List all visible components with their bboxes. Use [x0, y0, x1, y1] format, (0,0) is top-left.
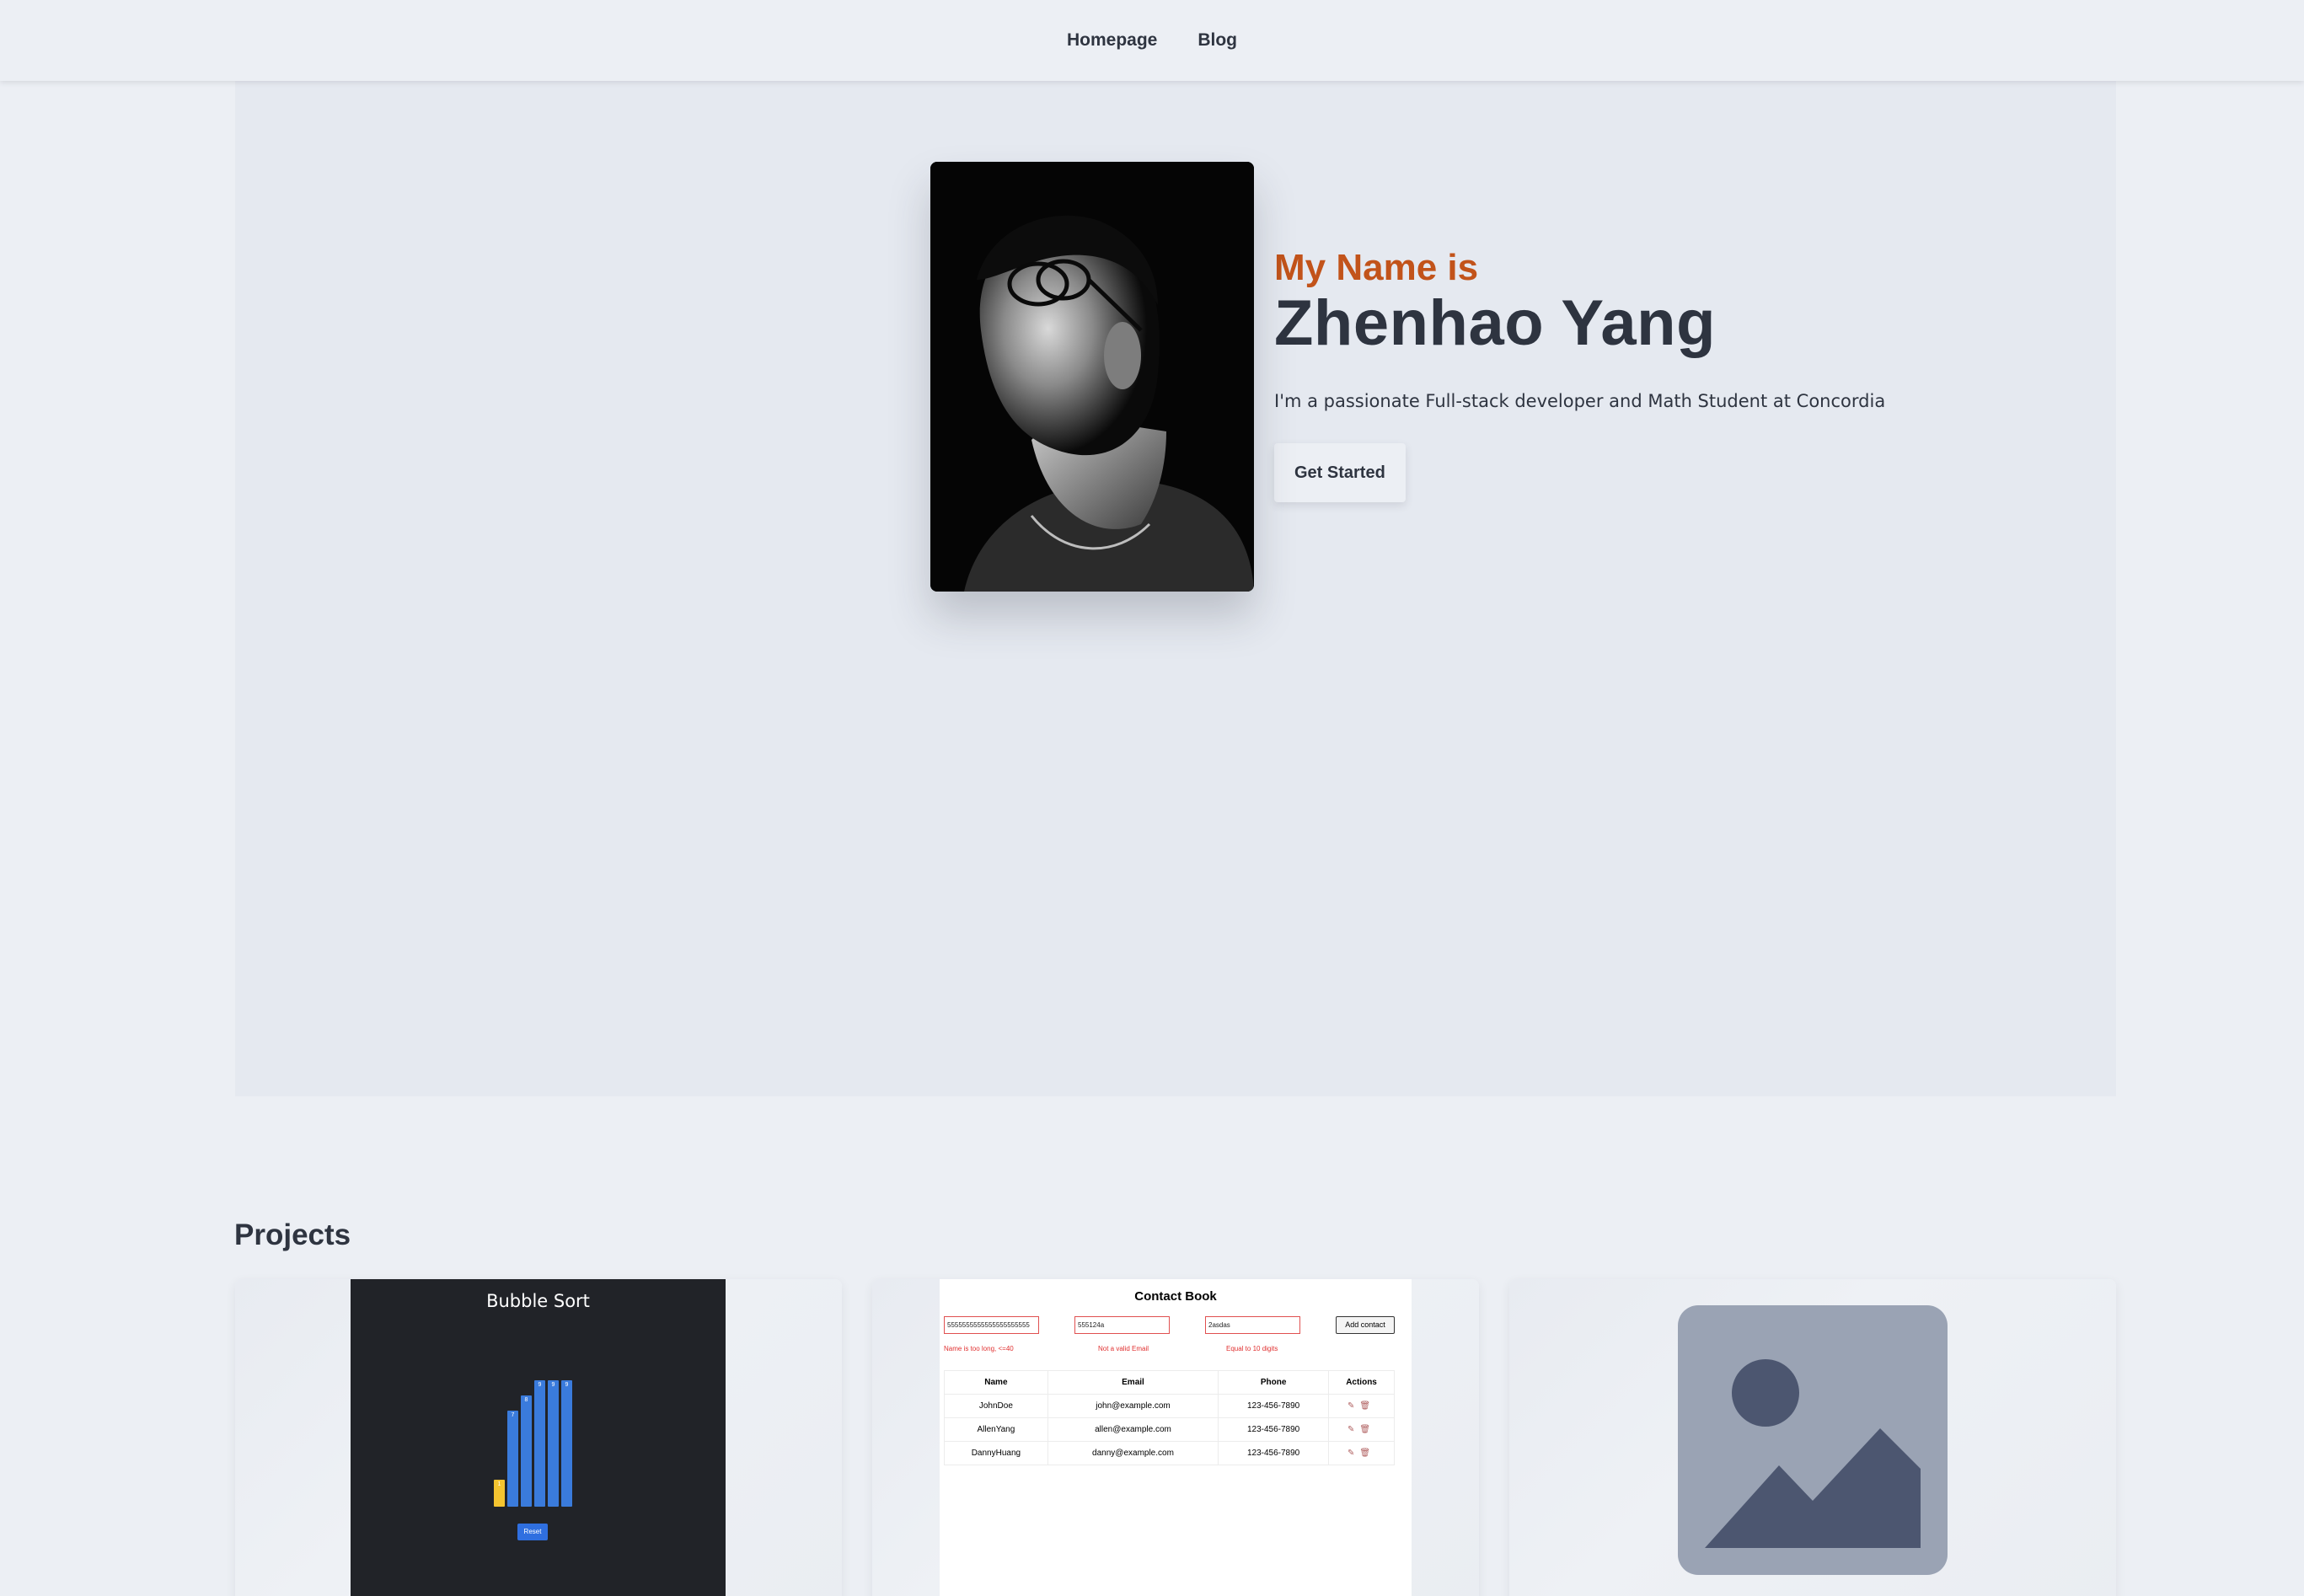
sort-bar: 9	[561, 1380, 572, 1507]
sort-bar-value: 7	[511, 1412, 515, 1418]
email-error: Not a valid Email	[1098, 1345, 1149, 1352]
sort-bar-value: 1	[497, 1481, 501, 1487]
profile-photo	[930, 162, 1254, 592]
sort-bar-value: 9	[551, 1382, 555, 1388]
cell-email: danny@example.com	[1047, 1441, 1219, 1465]
reset-button: Reset	[517, 1524, 548, 1540]
cell-phone: 123-456-7890	[1218, 1441, 1330, 1465]
nav-link-homepage[interactable]: Homepage	[1067, 30, 1157, 51]
image-placeholder-icon	[1678, 1305, 1948, 1575]
trash-icon: 🗑	[1359, 1401, 1376, 1411]
bubble-sort-title: Bubble Sort	[486, 1291, 590, 1311]
column-header: Actions	[1328, 1370, 1395, 1395]
bubble-sort-bars: 1 7 8 9 9 9	[494, 1380, 578, 1507]
contact-book-screenshot: Contact Book 5555555555555555555555 5551…	[940, 1279, 1412, 1596]
trash-icon: 🗑	[1359, 1449, 1376, 1458]
phone-input: 2asdas	[1205, 1316, 1300, 1334]
cell-email: john@example.com	[1047, 1394, 1219, 1418]
column-header: Phone	[1218, 1370, 1330, 1395]
cell-email: allen@example.com	[1047, 1417, 1219, 1442]
row-actions: ✎🗑	[1328, 1394, 1395, 1418]
column-header: Email	[1047, 1370, 1219, 1395]
cell-name: JohnDoe	[944, 1394, 1048, 1418]
add-contact-button: Add contact	[1336, 1316, 1395, 1334]
sort-bar-value: 8	[524, 1397, 528, 1403]
projects-heading: Projects	[234, 1218, 351, 1251]
name-input: 5555555555555555555555	[944, 1316, 1039, 1334]
sort-bar: 9	[548, 1380, 559, 1507]
sort-bar: 9	[534, 1380, 545, 1507]
table-row: AllenYang allen@example.com 123-456-7890…	[944, 1417, 1395, 1442]
name-error: Name is too long, <=40	[944, 1345, 1014, 1352]
contacts-table: Name Email Phone Actions JohnDoe john@ex…	[944, 1370, 1395, 1465]
row-actions: ✎🗑	[1328, 1441, 1395, 1465]
hero-description: I'm a passionate Full-stack developer an…	[1274, 391, 1886, 411]
project-card-placeholder[interactable]	[1509, 1279, 2116, 1596]
edit-icon: ✎	[1347, 1449, 1360, 1458]
edit-icon: ✎	[1347, 1401, 1360, 1411]
row-actions: ✎🗑	[1328, 1417, 1395, 1442]
mountain-sun-icon	[1705, 1359, 1921, 1548]
hero-name: Zhenhao Yang	[1274, 287, 1717, 359]
edit-icon: ✎	[1347, 1425, 1360, 1434]
trash-icon: 🗑	[1359, 1425, 1376, 1434]
sort-bar-value: 9	[565, 1382, 569, 1388]
cell-name: DannyHuang	[944, 1441, 1048, 1465]
sort-bar: 1	[494, 1480, 505, 1507]
sort-bar-value: 9	[538, 1382, 542, 1388]
bubble-sort-screenshot: Bubble Sort 1 7 8 9 9 9 Reset	[351, 1279, 726, 1596]
email-input: 555124a	[1074, 1316, 1170, 1334]
hero-text-block: My Name is Zhenhao Yang I'm a passionate…	[1274, 246, 1885, 502]
sort-bar: 7	[507, 1411, 518, 1507]
cell-phone: 123-456-7890	[1218, 1394, 1330, 1418]
phone-error: Equal to 10 digits	[1226, 1345, 1278, 1352]
top-navbar: Homepage Blog	[0, 0, 2304, 81]
portrait-image	[930, 162, 1254, 592]
hero-kicker: My Name is	[1274, 247, 1479, 288]
nav-link-blog[interactable]: Blog	[1198, 30, 1237, 51]
hero-section: My Name is Zhenhao Yang I'm a passionate…	[235, 81, 2116, 1096]
column-header: Name	[944, 1370, 1048, 1395]
cell-phone: 123-456-7890	[1218, 1417, 1330, 1442]
table-row: DannyHuang danny@example.com 123-456-789…	[944, 1441, 1395, 1465]
project-card-contact-book[interactable]: Contact Book 5555555555555555555555 5551…	[872, 1279, 1479, 1596]
sort-bar: 8	[521, 1395, 532, 1507]
table-row: JohnDoe john@example.com 123-456-7890 ✎🗑	[944, 1394, 1395, 1418]
project-card-bubble-sort[interactable]: Bubble Sort 1 7 8 9 9 9 Reset	[235, 1279, 842, 1596]
get-started-button[interactable]: Get Started	[1274, 443, 1406, 502]
contact-book-title: Contact Book	[1134, 1289, 1217, 1304]
cell-name: AllenYang	[944, 1417, 1048, 1442]
